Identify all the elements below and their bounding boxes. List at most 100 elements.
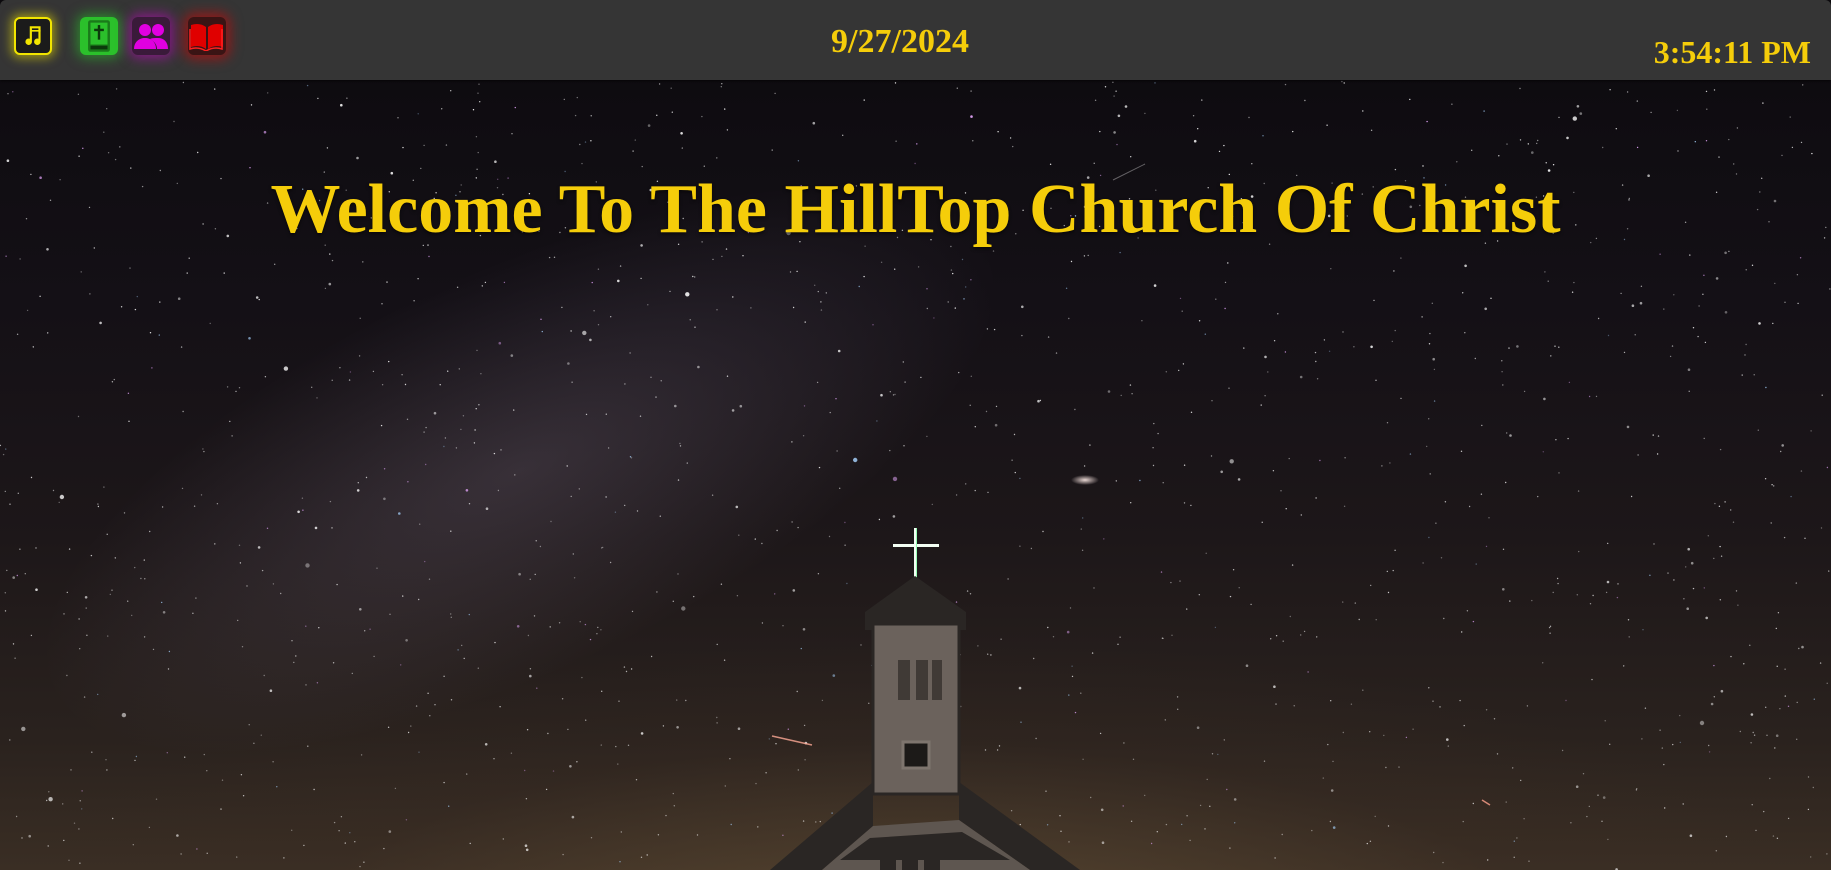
star xyxy=(552,770,555,772)
star xyxy=(817,290,819,293)
star xyxy=(1762,102,1764,104)
star xyxy=(1186,608,1188,610)
star xyxy=(1131,393,1133,395)
star xyxy=(1526,705,1529,707)
star xyxy=(1631,304,1635,308)
star xyxy=(197,151,199,154)
star xyxy=(969,404,971,406)
star xyxy=(635,779,638,781)
star xyxy=(240,774,243,776)
star xyxy=(1488,517,1490,519)
star xyxy=(1605,591,1608,594)
star xyxy=(540,318,542,320)
star xyxy=(625,670,628,673)
star xyxy=(1199,804,1202,807)
star xyxy=(529,668,532,670)
star xyxy=(1227,262,1229,264)
star xyxy=(1750,713,1754,716)
star xyxy=(1319,459,1321,462)
star xyxy=(1493,718,1496,720)
star xyxy=(0,444,2,447)
star xyxy=(1089,444,1091,446)
star xyxy=(1568,381,1571,384)
star xyxy=(1116,143,1118,146)
star xyxy=(474,429,476,431)
star xyxy=(670,87,672,89)
music-icon[interactable] xyxy=(14,17,52,55)
star xyxy=(120,306,123,308)
star xyxy=(997,131,999,133)
star xyxy=(307,745,309,747)
star xyxy=(6,159,10,162)
star xyxy=(1013,433,1016,436)
star xyxy=(444,437,447,439)
bible-icon[interactable] xyxy=(80,17,118,55)
star xyxy=(1123,742,1125,744)
open-book-icon[interactable] xyxy=(188,17,226,55)
star xyxy=(1307,671,1309,673)
star xyxy=(1523,818,1525,820)
star xyxy=(236,856,238,858)
star xyxy=(724,785,726,787)
star xyxy=(238,387,241,389)
star xyxy=(1466,610,1469,612)
star xyxy=(1566,136,1569,140)
star xyxy=(1226,788,1228,791)
star xyxy=(460,428,462,431)
star xyxy=(1342,731,1345,734)
star xyxy=(600,629,602,631)
star xyxy=(1798,647,1800,650)
star xyxy=(1264,355,1267,359)
star xyxy=(1370,584,1372,587)
star xyxy=(423,144,425,147)
star xyxy=(465,489,469,492)
star xyxy=(336,583,338,586)
star xyxy=(167,668,170,670)
star xyxy=(1790,495,1792,498)
star xyxy=(1385,766,1387,769)
star xyxy=(1812,786,1815,789)
star xyxy=(369,628,371,630)
star xyxy=(1485,709,1488,711)
people-icon[interactable] xyxy=(132,17,170,55)
star xyxy=(1516,837,1518,839)
star xyxy=(863,99,865,101)
star xyxy=(1223,739,1226,741)
star xyxy=(1735,590,1738,592)
star xyxy=(655,396,657,398)
star xyxy=(627,744,630,746)
star xyxy=(85,607,87,609)
star xyxy=(263,674,265,677)
star xyxy=(1285,508,1287,510)
star xyxy=(839,487,841,489)
star xyxy=(1797,302,1799,305)
star xyxy=(21,726,26,732)
star xyxy=(1204,333,1207,335)
star xyxy=(513,409,515,411)
star xyxy=(726,129,729,131)
star xyxy=(1766,734,1768,736)
star xyxy=(283,366,289,371)
star xyxy=(1537,139,1539,142)
star xyxy=(12,91,14,93)
star xyxy=(1828,570,1830,572)
star xyxy=(1519,139,1522,141)
star xyxy=(1686,607,1689,610)
star xyxy=(892,515,896,518)
star xyxy=(774,92,776,95)
star xyxy=(926,435,928,438)
star xyxy=(79,648,81,650)
star xyxy=(1550,355,1552,357)
star xyxy=(1342,601,1344,603)
star xyxy=(904,381,906,383)
star xyxy=(1433,400,1436,402)
star xyxy=(1130,502,1132,504)
star xyxy=(1381,465,1383,467)
star xyxy=(441,108,443,110)
star xyxy=(1592,594,1594,597)
star xyxy=(151,367,153,369)
star xyxy=(1663,308,1665,310)
star xyxy=(1757,429,1760,431)
star xyxy=(1304,99,1306,102)
star xyxy=(516,625,520,628)
